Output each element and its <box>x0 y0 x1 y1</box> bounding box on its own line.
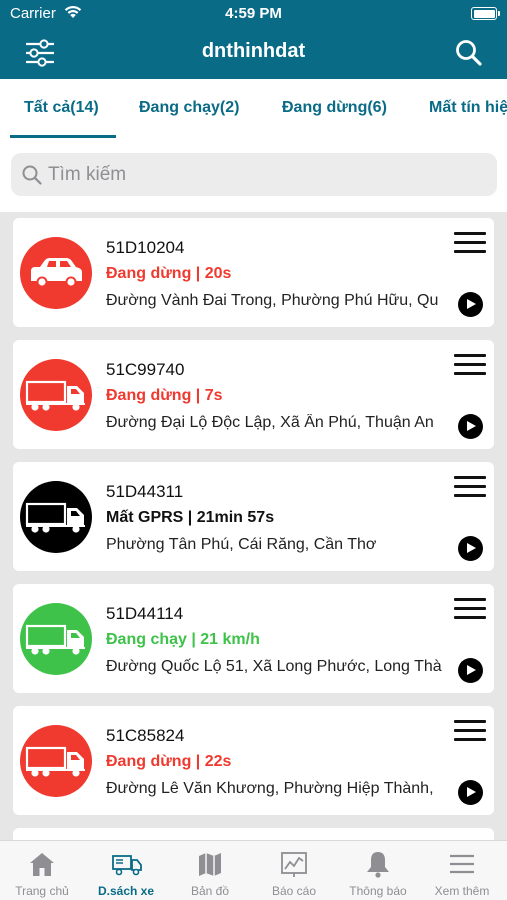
truck-list-icon <box>112 855 142 876</box>
playback-button[interactable] <box>458 658 483 683</box>
vehicle-card[interactable]: 51C99740 Đang dừng | 7s Đường Đại Lộ Độc… <box>13 340 494 449</box>
search-box <box>11 153 497 196</box>
vehicle-plate: 51C85824 <box>106 726 185 745</box>
vehicle-plate: 51D44114 <box>106 604 184 623</box>
search-icon <box>456 40 482 66</box>
top-bar: Carrier 4:59 PM dnthinhdat <box>0 0 507 79</box>
map-icon <box>199 853 221 876</box>
vehicle-card[interactable]: 51D44311 Mất GPRS | 21min 57s Phường Tân… <box>13 462 494 571</box>
bell-icon <box>367 852 389 878</box>
playback-button[interactable] <box>458 536 483 561</box>
tab-running[interactable]: Đang chạy(2) <box>139 99 239 117</box>
vehicle-card[interactable]: 51D44114 Đang chạy | 21 km/h Đường Quốc … <box>13 584 494 693</box>
vehicle-avatar <box>20 725 92 797</box>
vehicle-status: Đang dừng | 20s <box>106 265 232 282</box>
vehicle-list: 51D10204 Đang dừng | 20s Đường Vành Đai … <box>0 212 507 840</box>
vehicle-status: Đang chạy | 21 km/h <box>106 631 260 648</box>
home-icon <box>30 853 54 876</box>
vehicle-card[interactable]: 51D10204 Đang dừng | 20s Đường Vành Đai … <box>13 218 494 327</box>
page-title: dnthinhdat <box>201 40 306 62</box>
car-icon <box>31 258 82 288</box>
vehicle-status: Đang dừng | 22s <box>106 753 232 770</box>
menu-icon <box>450 854 474 874</box>
playback-button[interactable] <box>458 414 483 439</box>
tab-lost-signal[interactable]: Mất tín hiệu <box>429 99 507 117</box>
clock: 4:59 PM <box>225 5 282 22</box>
vehicle-status: Đang dừng | 7s <box>106 387 223 404</box>
nav-report-label: Báo cáo <box>271 884 317 898</box>
search-button[interactable] <box>453 37 485 69</box>
nav-map-label: Bản đồ <box>190 884 230 898</box>
vehicle-plate: 51D44311 <box>106 482 184 501</box>
tab-stopped[interactable]: Đang dừng(6) <box>282 99 387 117</box>
nav-home[interactable]: Trang chủ <box>0 841 84 900</box>
vehicle-card[interactable] <box>13 828 494 840</box>
vehicle-address: Đường Lê Văn Khương, Phường Hiệp Thành, <box>106 780 434 797</box>
playback-button[interactable] <box>458 780 483 805</box>
vehicle-address: Đường Vành Đai Trong, Phường Phú Hữu, Qu <box>106 292 439 309</box>
vehicle-avatar <box>20 481 92 553</box>
playback-button[interactable] <box>458 292 483 317</box>
truck-icon <box>25 380 85 411</box>
vehicle-avatar <box>20 237 92 309</box>
truck-icon <box>25 624 85 655</box>
bottom-tab-bar: Trang chủ D.sách xe Bản đồ Báo cáo Thông… <box>0 840 507 900</box>
search-section <box>0 138 507 212</box>
vehicle-menu-button[interactable] <box>454 474 486 500</box>
chart-icon <box>281 852 307 877</box>
nav-report[interactable]: Báo cáo <box>252 841 336 900</box>
vehicle-address: Đường Đại Lộ Độc Lập, Xã Ân Phú, Thuận A… <box>106 414 434 431</box>
truck-icon <box>25 502 85 533</box>
search-input[interactable] <box>48 153 488 196</box>
truck-icon <box>25 746 85 777</box>
vehicle-menu-button[interactable] <box>454 596 486 622</box>
vehicle-menu-button[interactable] <box>454 718 486 744</box>
vehicle-plate: 51D10204 <box>106 238 185 257</box>
tab-all[interactable]: Tất cả(14) <box>24 99 99 117</box>
vehicle-avatar <box>20 359 92 431</box>
vehicle-address: Đường Quốc Lộ 51, Xã Long Phước, Long Th… <box>106 658 442 675</box>
vehicle-avatar <box>20 603 92 675</box>
nav-map[interactable]: Bản đồ <box>168 841 252 900</box>
status-bar: Carrier 4:59 PM <box>0 0 507 28</box>
nav-more-label: Xem thêm <box>434 884 490 898</box>
nav-more[interactable]: Xem thêm <box>420 841 504 900</box>
vehicle-address: Phường Tân Phú, Cái Răng, Cần Thơ <box>106 536 377 553</box>
nav-notifications-label: Thông báo <box>349 884 407 898</box>
vehicle-menu-button[interactable] <box>454 230 486 256</box>
nav-home-label: Trang chủ <box>15 884 69 898</box>
nav-bar: dnthinhdat <box>0 28 507 79</box>
nav-vehicle-list-label: D.sách xe <box>97 884 155 898</box>
search-icon <box>22 165 42 185</box>
nav-notifications[interactable]: Thông báo <box>336 841 420 900</box>
battery-icon <box>471 7 500 20</box>
status-tabs: Tất cả(14) Đang chạy(2) Đang dừng(6) Mất… <box>0 79 507 138</box>
vehicle-status: Mất GPRS | 21min 57s <box>106 509 275 526</box>
vehicle-menu-button[interactable] <box>454 352 486 378</box>
vehicle-card[interactable]: 51C85824 Đang dừng | 22s Đường Lê Văn Kh… <box>13 706 494 815</box>
vehicle-plate: 51C99740 <box>106 360 185 379</box>
nav-vehicle-list[interactable]: D.sách xe <box>84 841 168 900</box>
